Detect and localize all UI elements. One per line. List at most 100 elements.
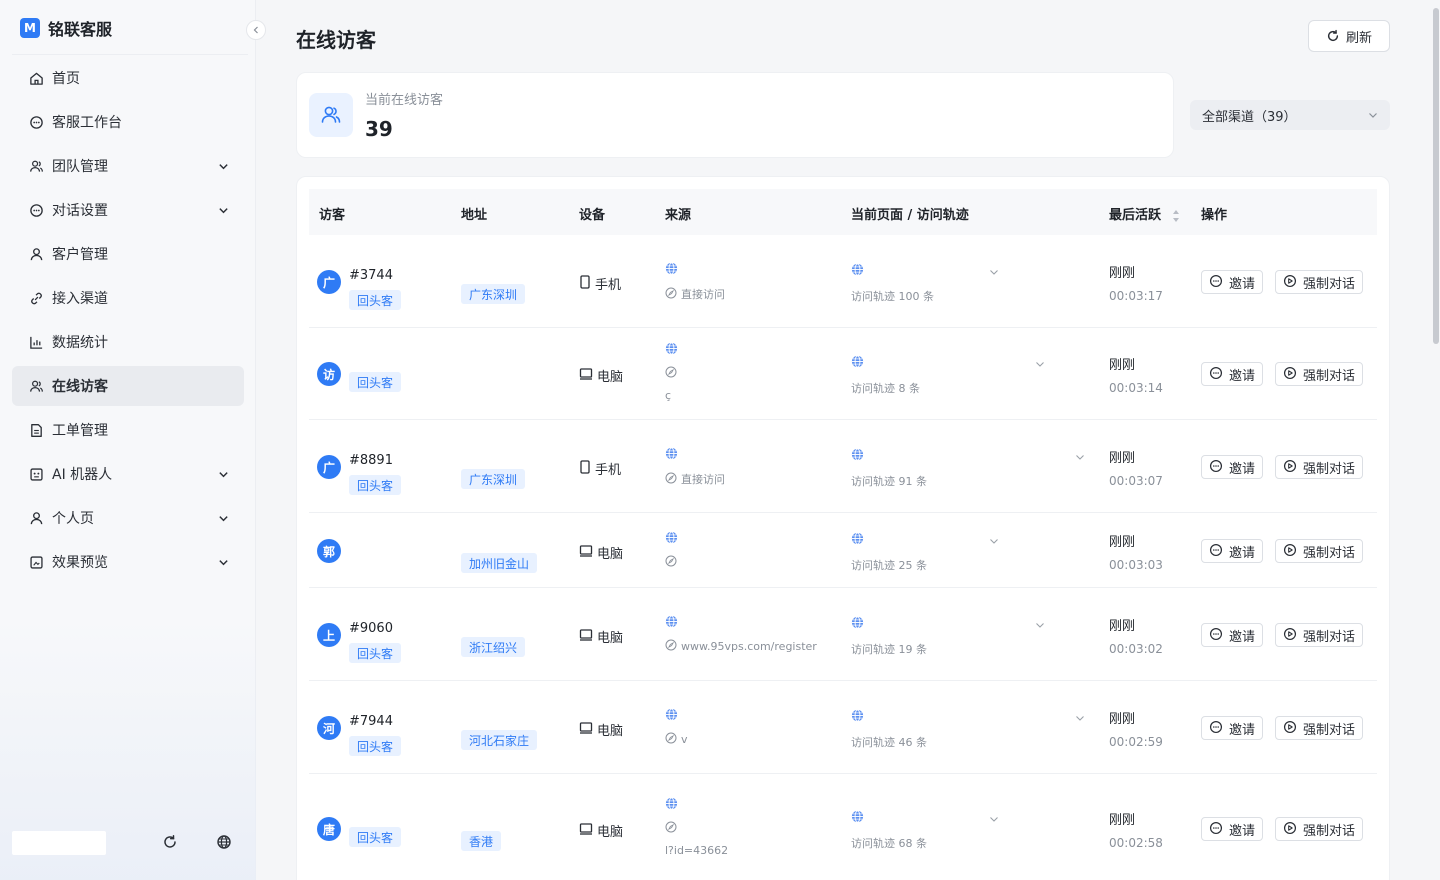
current-page-link[interactable] [851, 529, 1091, 545]
visitor-avatar[interactable]: 上 [317, 623, 341, 647]
device-label: 电脑 [597, 547, 624, 562]
channel-select[interactable]: 全部渠道（39） [1190, 100, 1390, 130]
visit-trail-count[interactable]: 访问轨迹 19 条 [851, 641, 1091, 657]
visitor-id[interactable]: #8891 [349, 453, 393, 468]
current-page-link[interactable] [851, 445, 1091, 461]
invite-button[interactable]: 邀请 [1201, 539, 1264, 563]
invite-label: 邀请 [1229, 544, 1256, 560]
invite-button[interactable]: 邀请 [1201, 455, 1264, 479]
visitors-table: 访客 地址 设备 来源 当前页面 / 访问轨迹 最后活跃 操作 广 #3744 回头… [296, 176, 1390, 880]
globe-icon[interactable] [214, 832, 234, 852]
sidebar-item[interactable]: 工单管理 [12, 410, 244, 450]
play-circle-icon [1283, 627, 1297, 644]
source-text: 直接访问 [681, 288, 725, 301]
visit-trail-count[interactable]: 访问轨迹 68 条 [851, 835, 1091, 851]
force-chat-label: 强制对话 [1303, 460, 1356, 476]
sidebar-item[interactable]: 数据统计 [12, 322, 244, 362]
user-icon [28, 510, 44, 526]
returning-visitor-badge: 回头客 [349, 290, 402, 310]
brand[interactable]: M 铭联客服 [20, 16, 112, 40]
sidebar-item[interactable]: 首页 [12, 58, 244, 98]
sidebar-item[interactable]: 客户管理 [12, 234, 244, 274]
source-referrer[interactable]: 直接访问 [665, 286, 841, 302]
source-referrer[interactable] [665, 555, 841, 570]
sidebar-item[interactable]: 对话设置 [12, 190, 244, 230]
visitor-avatar[interactable]: 唐 [317, 817, 341, 841]
visitor-id[interactable]: #3744 [349, 268, 393, 283]
sidebar-item[interactable]: 客服工作台 [12, 102, 244, 142]
visitor-avatar[interactable]: 广 [317, 455, 341, 479]
visit-trail-count[interactable]: 访问轨迹 25 条 [851, 557, 1091, 573]
invite-button[interactable]: 邀请 [1201, 817, 1264, 841]
stat-value: 39 [365, 117, 393, 141]
force-chat-label: 强制对话 [1303, 367, 1356, 383]
last-active-time: 刚刚 [1109, 451, 1136, 466]
device-cell: 电脑 [579, 720, 623, 739]
force-chat-button[interactable]: 强制对话 [1275, 817, 1364, 841]
force-chat-button[interactable]: 强制对话 [1275, 455, 1364, 479]
current-page-link[interactable] [851, 352, 1091, 368]
chevron-down-icon[interactable] [1035, 354, 1045, 373]
sidebar-item[interactable]: 效果预览 [12, 542, 244, 582]
table-row: 河 #7944 回头客 河北石家庄 电脑 v 访问轨迹 46 条 刚刚 00:02:59 邀请 强制… [309, 681, 1377, 774]
preview-icon [28, 554, 44, 570]
chevron-down-icon[interactable] [989, 809, 999, 828]
visitor-id[interactable]: #9060 [349, 621, 393, 636]
sidebar-item[interactable]: 接入渠道 [12, 278, 244, 318]
source-referrer[interactable] [665, 821, 841, 836]
invite-button[interactable]: 邀请 [1201, 716, 1264, 740]
source-referrer[interactable]: www.95vps.com/register [665, 639, 841, 654]
visit-trail-count[interactable]: 访问轨迹 46 条 [851, 734, 1091, 750]
source-cell: v [665, 706, 841, 747]
invite-button[interactable]: 邀请 [1201, 362, 1264, 386]
chevron-down-icon[interactable] [1035, 615, 1045, 634]
user-profile-area[interactable] [12, 831, 106, 855]
visit-trail-count[interactable]: 访问轨迹 8 条 [851, 380, 1091, 396]
chevron-down-icon [218, 556, 230, 568]
visitor-id[interactable]: #7944 [349, 714, 393, 729]
message-icon [1209, 821, 1223, 838]
chevron-down-icon[interactable] [1075, 447, 1085, 466]
current-page-link[interactable] [851, 260, 1091, 276]
visitor-avatar[interactable]: 访 [317, 362, 341, 386]
chevron-down-icon[interactable] [989, 531, 999, 550]
visitor-avatar[interactable]: 广 [317, 270, 341, 294]
col-last-active[interactable]: 最后活跃 [1109, 204, 1180, 223]
scrollbar-thumb[interactable] [1433, 8, 1439, 344]
device-cell: 电脑 [579, 543, 623, 562]
source-referrer[interactable]: v [665, 732, 841, 747]
force-chat-button[interactable]: 强制对话 [1275, 716, 1364, 740]
refresh-button[interactable]: 刷新 [1308, 20, 1390, 52]
current-page-link[interactable] [851, 807, 1091, 823]
force-chat-button[interactable]: 强制对话 [1275, 539, 1364, 563]
visitor-avatar[interactable]: 河 [317, 716, 341, 740]
desktop-icon [579, 544, 593, 562]
desktop-icon [579, 367, 593, 385]
sidebar-item[interactable]: AI 机器人 [12, 454, 244, 494]
force-chat-button[interactable]: 强制对话 [1275, 623, 1364, 647]
visit-trail-count[interactable]: 访问轨迹 100 条 [851, 288, 1091, 304]
force-chat-button[interactable]: 强制对话 [1275, 270, 1364, 294]
device-cell: 手机 [579, 274, 621, 293]
active-duration: 00:03:14 [1109, 381, 1163, 395]
sidebar-item[interactable]: 个人页 [12, 498, 244, 538]
chevron-down-icon[interactable] [1075, 708, 1085, 727]
force-chat-button[interactable]: 强制对话 [1275, 362, 1364, 386]
source-referrer[interactable]: 直接访问 [665, 471, 841, 487]
sidebar-collapse-button[interactable] [246, 20, 266, 40]
sidebar-item[interactable]: 团队管理 [12, 146, 244, 186]
visit-trail-count[interactable]: 访问轨迹 91 条 [851, 473, 1091, 489]
chevron-down-icon[interactable] [989, 262, 999, 281]
device-cell: 电脑 [579, 627, 623, 646]
col-device: 设备 [579, 208, 606, 223]
invite-button[interactable]: 邀请 [1201, 623, 1264, 647]
source-referrer[interactable] [665, 366, 841, 381]
chevron-down-icon [218, 512, 230, 524]
current-page-link[interactable] [851, 613, 1091, 629]
page-scrollbar[interactable] [1432, 0, 1440, 880]
visitor-avatar[interactable]: 郭 [317, 539, 341, 563]
current-page-link[interactable] [851, 706, 1091, 722]
refresh-icon[interactable] [160, 832, 180, 852]
sidebar-item[interactable]: 在线访客 [12, 366, 244, 406]
invite-button[interactable]: 邀请 [1201, 270, 1264, 294]
